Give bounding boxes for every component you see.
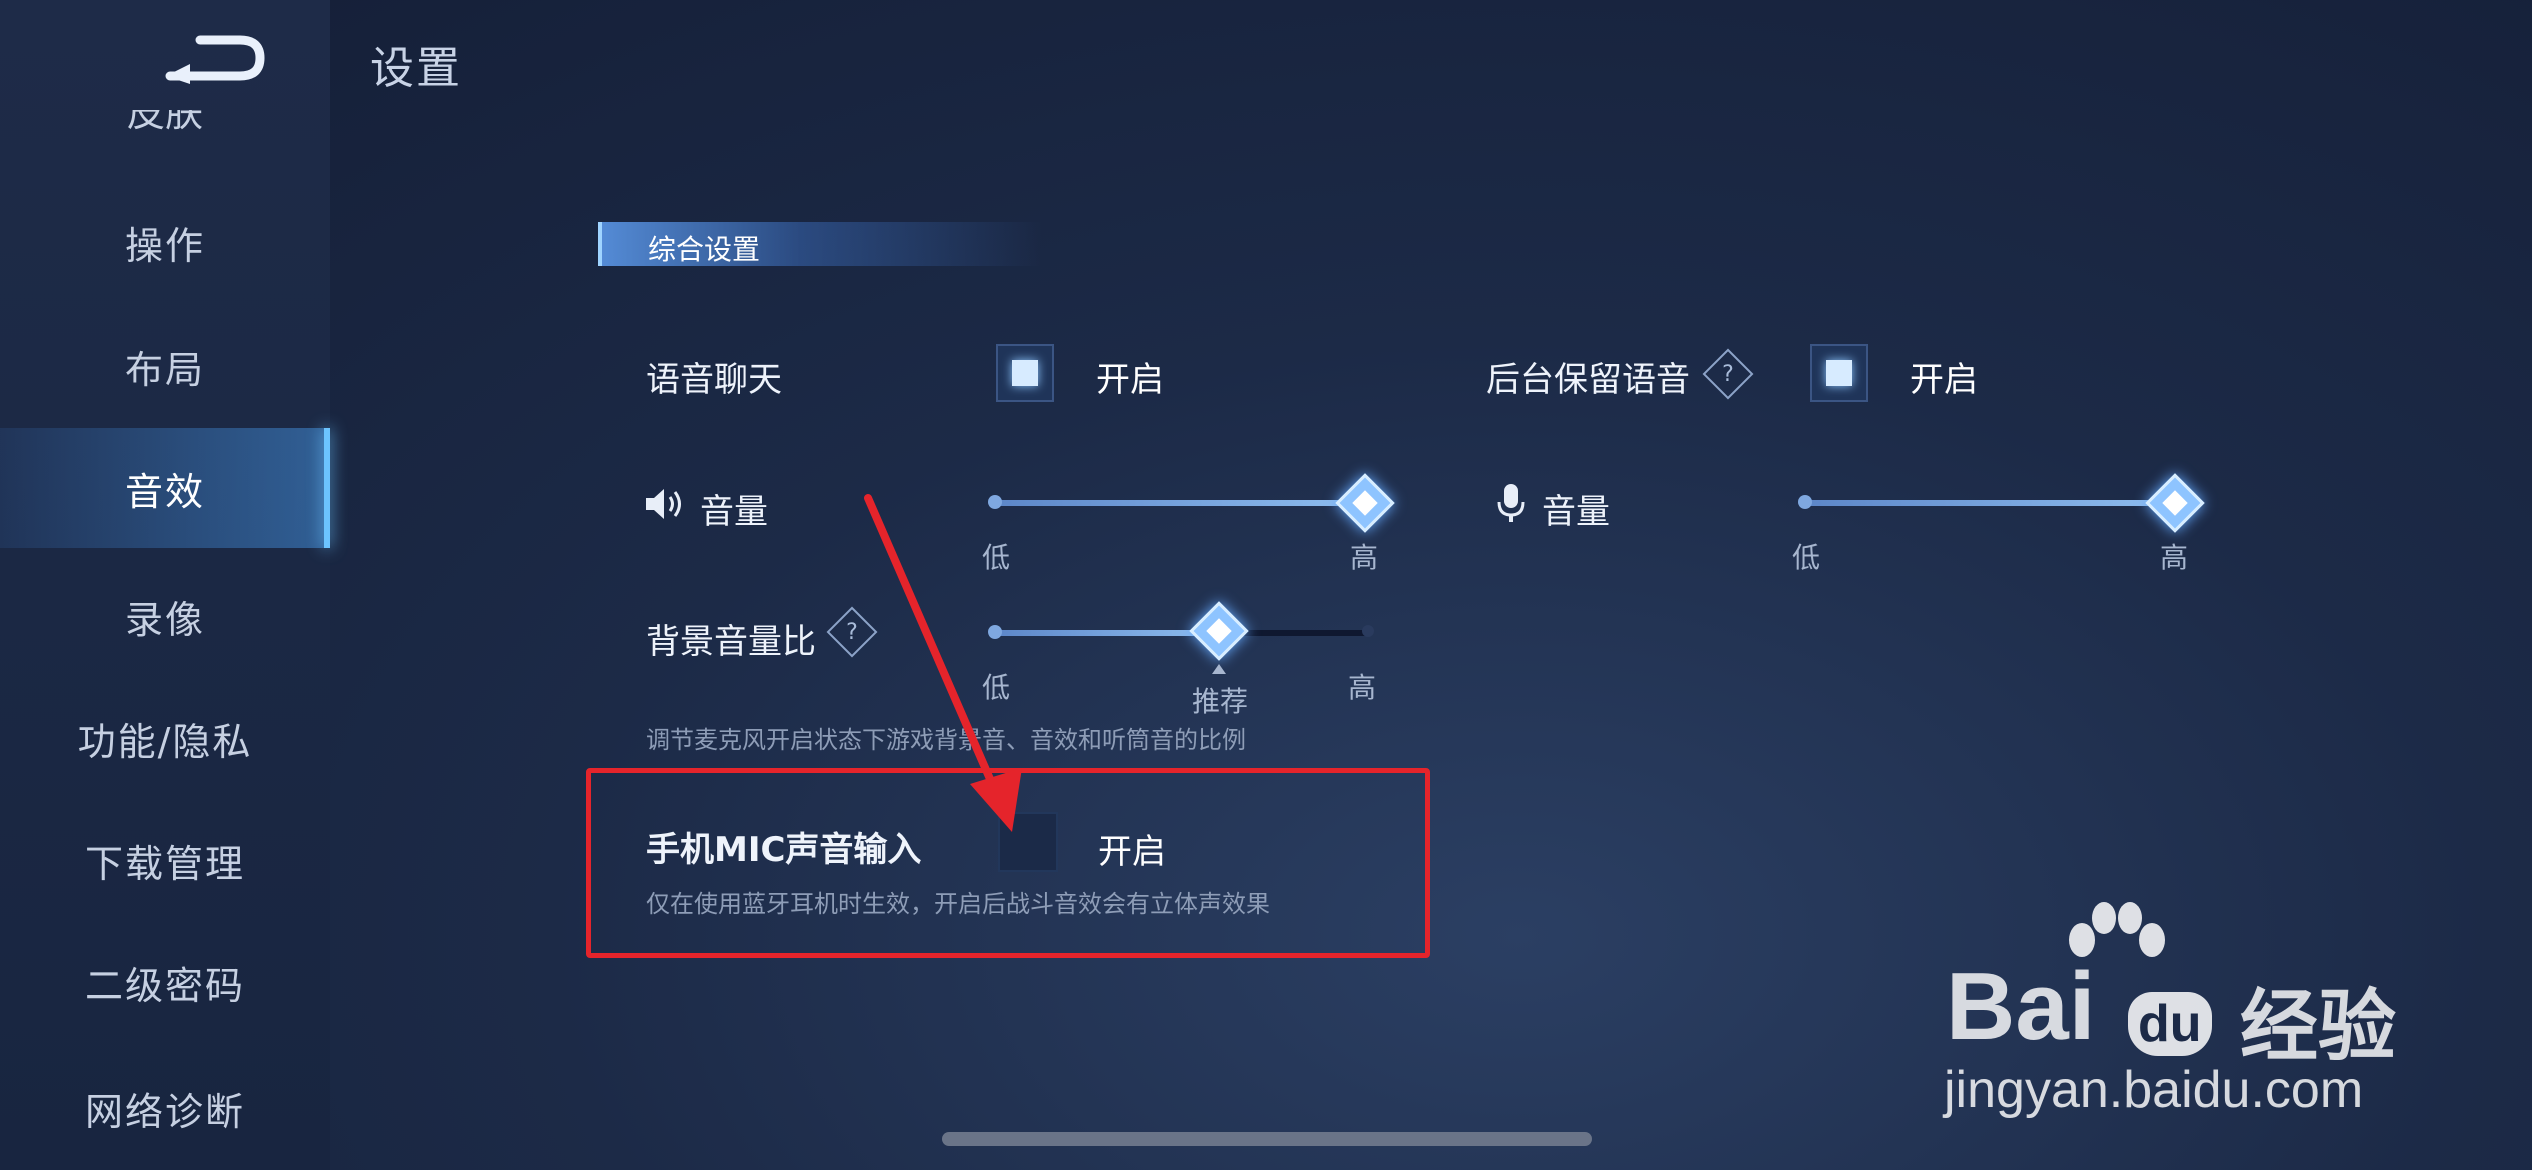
home-indicator[interactable] [942, 1132, 1592, 1146]
back-icon[interactable] [160, 28, 270, 88]
sidebar-item-network[interactable]: 网络诊断 [0, 1048, 330, 1168]
recommended-marker-icon [1212, 664, 1226, 674]
bg-keep-voice-label: 后台保留语音 [1486, 360, 1690, 400]
sidebar-item-label: 网络诊断 [84, 1089, 245, 1134]
section-title: 综合设置 [648, 233, 761, 266]
voice-chat-checkbox[interactable] [996, 344, 1054, 402]
bg-volume-ratio-slider[interactable] [988, 625, 1374, 639]
mic-volume-slider[interactable] [1798, 495, 2174, 509]
speaker-volume-label: 音量 [700, 492, 768, 532]
sidebar-item-replay[interactable]: 录像 [0, 556, 330, 676]
bg-volume-ratio-description: 调节麦克风开启状态下游戏背景音、音效和听筒音的比例 [646, 726, 1246, 754]
sidebar-item-label: 下载管理 [84, 841, 245, 886]
watermark-brand: Bai [1946, 953, 2096, 1060]
bg-keep-voice-toggle-label: 开启 [1910, 360, 1978, 400]
sidebar-item-operation[interactable]: 操作 [0, 182, 330, 302]
baidu-watermark: Bai du 经验 jingyan.baidu.com [1940, 900, 2440, 1119]
mic-volume-thumb[interactable] [2145, 473, 2205, 533]
sidebar-item-label: 二级密码 [84, 963, 245, 1008]
sidebar: 皮肤 操作 布局 音效 录像 功能/隐私 下载管理 二级密码 网络诊断 [0, 0, 330, 1170]
highlight-box [586, 768, 1430, 958]
sidebar-item-label: 录像 [124, 597, 205, 642]
help-icon[interactable]: ? [1702, 348, 1754, 400]
sidebar-item-label: 功能/隐私 [77, 719, 253, 764]
bg-volume-ratio-high: 高 [1348, 671, 1377, 704]
sidebar-item-sound[interactable]: 音效 [0, 428, 330, 548]
voice-chat-label: 语音聊天 [646, 360, 782, 400]
speaker-volume-thumb[interactable] [1335, 473, 1395, 533]
bg-volume-ratio-label: 背景音量比 [646, 622, 816, 662]
sidebar-item-partial[interactable]: 皮肤 [0, 110, 330, 140]
sidebar-item-layout[interactable]: 布局 [0, 306, 330, 426]
speaker-volume-low: 低 [982, 541, 1011, 574]
mic-volume-label: 音量 [1542, 492, 1610, 532]
watermark-url: jingyan.baidu.com [1944, 1061, 2364, 1119]
sidebar-item-function-privacy[interactable]: 功能/隐私 [0, 678, 330, 798]
bg-volume-ratio-thumb[interactable] [1189, 601, 1249, 661]
sidebar-item-download[interactable]: 下载管理 [0, 800, 330, 920]
mic-volume-low: 低 [1792, 541, 1821, 574]
watermark-brand-suffix: du [2128, 992, 2212, 1056]
sidebar-item-label: 音效 [124, 469, 205, 514]
page-title: 设置 [370, 43, 462, 94]
section-header: 综合设置 [598, 222, 1042, 266]
help-icon[interactable]: ? [826, 606, 878, 658]
sidebar-item-label: 布局 [124, 347, 205, 392]
sidebar-item-label: 操作 [124, 223, 205, 268]
bg-keep-voice-checkbox[interactable] [1810, 344, 1868, 402]
speaker-icon [646, 489, 681, 519]
mic-volume-high: 高 [2160, 541, 2189, 574]
sidebar-item-secondary-password[interactable]: 二级密码 [0, 922, 330, 1042]
voice-chat-toggle-label: 开启 [1096, 360, 1164, 400]
bg-volume-ratio-low: 低 [982, 671, 1011, 704]
speaker-volume-slider[interactable] [988, 495, 1364, 509]
bg-volume-ratio-recommended: 推荐 [1192, 685, 1249, 718]
microphone-icon [1497, 484, 1525, 522]
speaker-volume-high: 高 [1350, 541, 1379, 574]
